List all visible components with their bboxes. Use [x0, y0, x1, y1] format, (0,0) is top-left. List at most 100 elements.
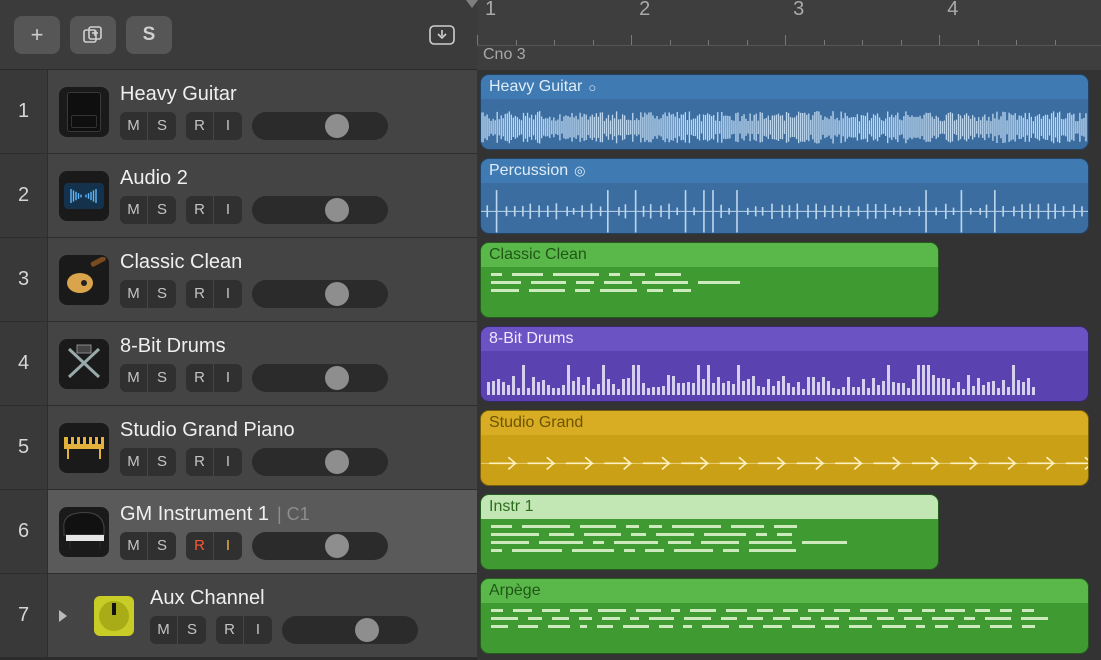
- volume-slider[interactable]: [252, 364, 388, 392]
- record-enable-button[interactable]: R: [186, 196, 214, 224]
- track-header[interactable]: 2 Audio 2 M S R I: [0, 154, 477, 238]
- inbox-icon: [429, 25, 455, 45]
- track-lane[interactable]: Instr 1: [477, 490, 1101, 574]
- region-content: [481, 435, 1088, 485]
- input-monitor-button[interactable]: I: [214, 280, 242, 308]
- track-icon[interactable]: [48, 70, 120, 153]
- region-label: 8-Bit Drums: [489, 330, 573, 348]
- mute-button[interactable]: M: [120, 112, 148, 140]
- record-enable-button[interactable]: R: [216, 616, 244, 644]
- track-lane[interactable]: Classic Clean: [477, 238, 1101, 322]
- global-solo-button[interactable]: S: [126, 16, 172, 54]
- track-lane[interactable]: Arpège: [477, 574, 1101, 658]
- add-track-button[interactable]: +: [14, 16, 60, 54]
- track-icon[interactable]: [48, 238, 120, 321]
- solo-button[interactable]: S: [148, 112, 176, 140]
- region-label: Percussion: [489, 162, 568, 180]
- volume-slider[interactable]: [252, 448, 388, 476]
- volume-slider[interactable]: [252, 280, 388, 308]
- track-name[interactable]: Heavy Guitar: [120, 83, 237, 106]
- track-lane[interactable]: Studio Grand: [477, 406, 1101, 490]
- region[interactable]: 8-Bit Drums: [480, 326, 1089, 402]
- region[interactable]: Studio Grand: [480, 410, 1089, 486]
- solo-button[interactable]: S: [178, 616, 206, 644]
- input-monitor-button[interactable]: I: [214, 364, 242, 392]
- mute-solo-group: M S: [120, 448, 176, 476]
- track-name[interactable]: Classic Clean: [120, 251, 242, 274]
- record-enable-button[interactable]: R: [186, 112, 214, 140]
- region-header: Percussion ◎: [481, 159, 1088, 183]
- timeline-ruler[interactable]: 1234 Cno 3: [477, 0, 1101, 70]
- mute-button[interactable]: M: [120, 280, 148, 308]
- volume-slider[interactable]: [252, 196, 388, 224]
- track-lane[interactable]: 8-Bit Drums: [477, 322, 1101, 406]
- track-header[interactable]: 4 8-Bit Drums M S R I: [0, 322, 477, 406]
- region[interactable]: Arpège: [480, 578, 1089, 654]
- record-input-group: R I: [186, 280, 242, 308]
- region[interactable]: Percussion ◎: [480, 158, 1089, 234]
- track-name[interactable]: Audio 2: [120, 167, 188, 190]
- record-enable-button[interactable]: R: [186, 364, 214, 392]
- region[interactable]: Classic Clean: [480, 242, 939, 318]
- catch-playhead-button[interactable]: [421, 19, 463, 51]
- mute-button[interactable]: M: [120, 448, 148, 476]
- track-header[interactable]: 3 Classic Clean M S R I: [0, 238, 477, 322]
- region-header: Arpège: [481, 579, 1088, 603]
- region[interactable]: Heavy Guitar ○: [480, 74, 1089, 150]
- track-header[interactable]: 7 Aux Channel M S R I: [0, 574, 477, 658]
- ruler-sublabel: Cno 3: [477, 46, 1101, 70]
- volume-slider[interactable]: [252, 112, 388, 140]
- track-name[interactable]: Aux Channel: [150, 587, 265, 610]
- volume-slider[interactable]: [252, 532, 388, 560]
- track-number: 3: [0, 238, 48, 321]
- track-lane[interactable]: Percussion ◎: [477, 154, 1101, 238]
- record-enable-button[interactable]: R: [186, 448, 214, 476]
- mute-button[interactable]: M: [150, 616, 178, 644]
- track-header[interactable]: 5 Studio Grand Piano M S R I: [0, 406, 477, 490]
- region-loop-icon: ○: [588, 80, 598, 95]
- track-icon[interactable]: [48, 406, 120, 489]
- input-monitor-button[interactable]: I: [214, 196, 242, 224]
- track-number: 6: [0, 490, 48, 573]
- record-input-group: R I: [186, 364, 242, 392]
- solo-button[interactable]: S: [148, 364, 176, 392]
- solo-button[interactable]: S: [148, 196, 176, 224]
- solo-button[interactable]: S: [148, 280, 176, 308]
- input-monitor-button[interactable]: I: [214, 112, 242, 140]
- track-number: 2: [0, 154, 48, 237]
- track-suffix: | C1: [277, 504, 310, 525]
- record-enable-button[interactable]: R: [186, 532, 214, 560]
- region-label: Classic Clean: [489, 246, 587, 264]
- region[interactable]: Instr 1: [480, 494, 939, 570]
- track-icon[interactable]: [78, 574, 150, 657]
- mute-button[interactable]: M: [120, 532, 148, 560]
- mute-button[interactable]: M: [120, 364, 148, 392]
- track-icon[interactable]: [48, 322, 120, 405]
- mute-button[interactable]: M: [120, 196, 148, 224]
- mute-solo-group: M S: [120, 532, 176, 560]
- track-number: 7: [0, 574, 48, 657]
- region-label: Heavy Guitar: [489, 78, 582, 96]
- input-monitor-button[interactable]: I: [214, 448, 242, 476]
- mute-solo-group: M S: [150, 616, 206, 644]
- volume-slider[interactable]: [282, 616, 418, 644]
- duplicate-track-button[interactable]: [70, 16, 116, 54]
- track-name[interactable]: GM Instrument 1: [120, 503, 269, 526]
- region-label: Instr 1: [489, 498, 533, 516]
- track-name[interactable]: Studio Grand Piano: [120, 419, 295, 442]
- track-icon[interactable]: [48, 490, 120, 573]
- track-icon[interactable]: [48, 154, 120, 237]
- track-header[interactable]: 1 Heavy Guitar M S R I: [0, 70, 477, 154]
- solo-button[interactable]: S: [148, 532, 176, 560]
- track-lane[interactable]: Heavy Guitar ○: [477, 70, 1101, 154]
- input-monitor-button[interactable]: I: [214, 532, 242, 560]
- track-header[interactable]: 6 GM Instrument 1 | C1 M S R I: [0, 490, 477, 574]
- record-input-group: R I: [186, 448, 242, 476]
- record-enable-button[interactable]: R: [186, 280, 214, 308]
- track-expand-toggle[interactable]: [48, 574, 78, 657]
- solo-button[interactable]: S: [148, 448, 176, 476]
- input-monitor-button[interactable]: I: [244, 616, 272, 644]
- record-input-group: R I: [186, 532, 242, 560]
- record-input-group: R I: [216, 616, 272, 644]
- track-name[interactable]: 8-Bit Drums: [120, 335, 226, 358]
